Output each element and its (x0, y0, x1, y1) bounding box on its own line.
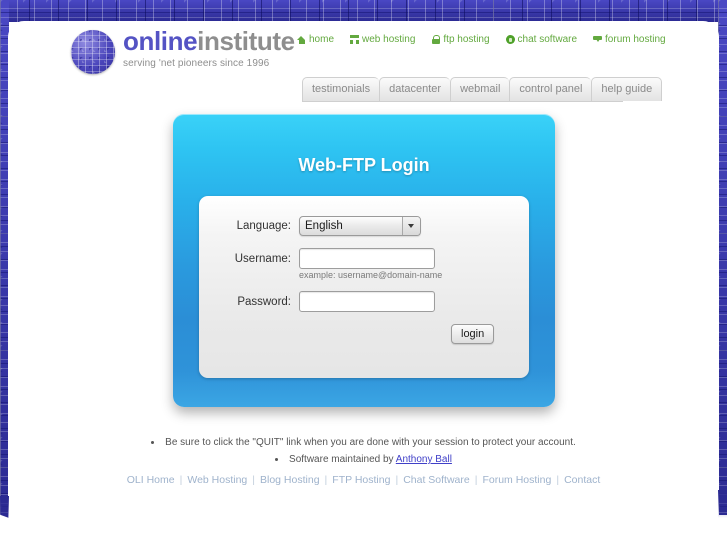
brand-tagline: serving 'net pioneers since 1996 (123, 58, 270, 69)
tab-testimonials[interactable]: testimonials (302, 77, 380, 101)
footer-link-forum-hosting[interactable]: Forum Hosting (477, 474, 556, 486)
footer-link-web-hosting[interactable]: Web Hosting (182, 474, 252, 486)
chat-bubble-icon (505, 35, 515, 44)
topnav-label: forum hosting (605, 34, 666, 45)
circuit-border-right-fade (718, 490, 727, 518)
password-input[interactable] (299, 291, 435, 312)
wordmark: onlineinstitute (123, 28, 295, 54)
login-panel: Web-FTP Login Language: English Username… (173, 114, 555, 407)
topnav-item-home[interactable]: home (297, 34, 334, 45)
page-content: onlineinstitute serving 'net pioneers si… (9, 22, 718, 545)
topnav-label: chat software (517, 34, 578, 45)
tab-help-guide[interactable]: help guide (591, 77, 663, 101)
username-input[interactable] (299, 248, 435, 269)
topnav-item-chat-software[interactable]: chat software (505, 34, 578, 45)
username-label: Username: (234, 252, 291, 265)
tab-bar: testimonials datacenter webmail control … (302, 77, 663, 101)
top-navigation: home web hosting ftp hosting chat softwa… (297, 34, 666, 45)
page-root: onlineinstitute serving 'net pioneers si… (0, 0, 727, 545)
topnav-item-forum-hosting[interactable]: forum hosting (593, 34, 666, 45)
footer-links: OLI Home | Web Hosting | Blog Hosting | FTP Ho… (9, 474, 718, 486)
footer-link-contact[interactable]: Contact (559, 474, 605, 486)
site-header: onlineinstitute serving 'net pioneers si… (9, 22, 718, 102)
language-select[interactable]: English (299, 216, 421, 236)
footer-link-oli-home[interactable]: OLI Home (122, 474, 180, 486)
circuit-circle-logo-icon (71, 30, 115, 74)
language-select-wrap: English (299, 216, 421, 236)
server-icon (350, 35, 360, 44)
footer-link-chat-software[interactable]: Chat Software (398, 474, 475, 486)
language-label: Language: (236, 220, 291, 232)
wordmark-secondary: institute (197, 26, 295, 56)
page-title: Web-FTP Login (298, 155, 430, 175)
password-row: Password: (211, 291, 435, 312)
footer-link-blog-hosting[interactable]: Blog Hosting (255, 474, 325, 486)
forum-icon (593, 35, 603, 44)
username-hint: example: username@domain-name (299, 270, 443, 280)
login-form: Language: English Username: example: use… (199, 196, 529, 378)
site-logo[interactable]: onlineinstitute serving 'net pioneers si… (71, 28, 295, 74)
notes-list: Be sure to click the "QUIT" link when yo… (9, 434, 718, 468)
note-row: Be sure to click the "QUIT" link when yo… (9, 434, 718, 451)
topnav-item-ftp-hosting[interactable]: ftp hosting (431, 34, 490, 45)
tab-control-panel[interactable]: control panel (509, 77, 592, 101)
topnav-item-web-hosting[interactable]: web hosting (350, 34, 415, 45)
circuit-border-top (0, 0, 727, 22)
login-button[interactable]: login (451, 324, 495, 344)
note-software-maintainer: Software maintained by Anthony Ball (275, 451, 452, 468)
language-row: Language: English (211, 216, 421, 236)
topnav-label: ftp hosting (443, 34, 490, 45)
note-row: Software maintained by Anthony Ball (9, 451, 718, 468)
tab-webmail[interactable]: webmail (450, 77, 510, 101)
tab-datacenter[interactable]: datacenter (379, 77, 451, 101)
username-row: Username: (211, 248, 435, 269)
lock-icon (431, 35, 441, 44)
topnav-label: web hosting (362, 34, 416, 45)
circuit-border-right (718, 0, 727, 515)
topnav-label: home (309, 34, 335, 45)
footer-link-ftp-hosting[interactable]: FTP Hosting (327, 474, 395, 486)
password-label: Password: (237, 295, 291, 308)
note-software-prefix: Software maintained by (289, 454, 396, 465)
home-icon (297, 35, 306, 44)
tab-bar-underline (302, 101, 623, 102)
note-quit-warning: Be sure to click the "QUIT" link when yo… (151, 434, 576, 451)
author-link[interactable]: Anthony Ball (396, 454, 452, 465)
wordmark-primary: online (123, 26, 198, 56)
wordmark-block: onlineinstitute serving 'net pioneers si… (123, 28, 295, 69)
